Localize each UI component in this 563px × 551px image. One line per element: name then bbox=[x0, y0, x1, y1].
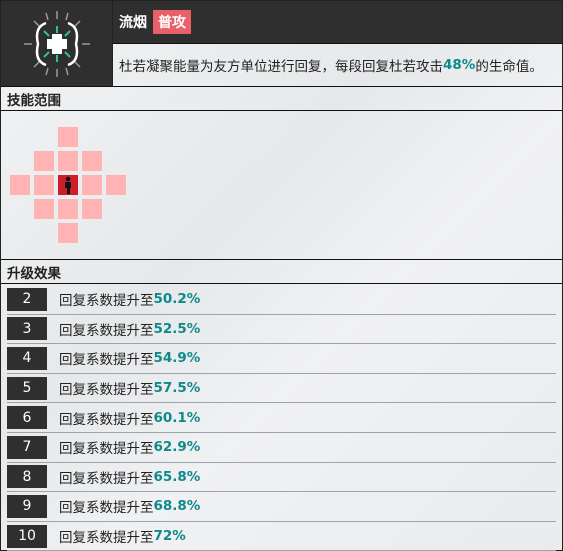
level-badge: 7 bbox=[7, 435, 47, 459]
upgrade-text: 回复系数提升至 bbox=[59, 293, 154, 310]
range-cell bbox=[58, 151, 78, 171]
range-cell bbox=[34, 151, 54, 171]
upgrade-row: 8 回复系数提升至 65.8% bbox=[7, 463, 556, 493]
skill-type-badge: 普攻 bbox=[153, 10, 191, 34]
upgrade-text: 回复系数提升至 bbox=[59, 352, 154, 369]
range-section-title: 技能范围 bbox=[1, 86, 562, 111]
range-cell bbox=[82, 175, 102, 195]
desc-value: 48% bbox=[443, 57, 476, 73]
upgrade-row: 6 回复系数提升至 60.1% bbox=[7, 403, 556, 433]
range-cell bbox=[58, 127, 78, 147]
upgrade-row: 3 回复系数提升至 52.5% bbox=[7, 315, 556, 345]
upgrade-text: 回复系数提升至 bbox=[59, 382, 154, 399]
level-badge: 4 bbox=[7, 346, 47, 370]
level-badge: 2 bbox=[7, 287, 47, 311]
upgrade-text: 回复系数提升至 bbox=[59, 470, 154, 487]
range-cell-operator bbox=[58, 175, 78, 195]
upgrade-row: 5 回复系数提升至 57.5% bbox=[7, 374, 556, 404]
level-badge: 5 bbox=[7, 376, 47, 400]
upgrade-text: 回复系数提升至 bbox=[59, 441, 154, 458]
range-cell bbox=[34, 175, 54, 195]
level-badge: 10 bbox=[7, 524, 47, 548]
skill-card: 流烟 普攻 杜若凝聚能量为友方单位进行回复，每段回复杜若攻击 48% 的生命值。 技… bbox=[0, 0, 563, 551]
upgrade-value: 68.8% bbox=[153, 498, 201, 515]
range-cell bbox=[82, 199, 102, 219]
upgrade-value: 50.2% bbox=[153, 291, 201, 308]
operator-icon bbox=[65, 176, 71, 194]
desc-text: 杜若凝聚能量为友方单位进行回复，每段回复杜若攻击 bbox=[119, 59, 443, 75]
level-badge: 3 bbox=[7, 317, 47, 341]
upgrade-value: 62.9% bbox=[153, 439, 201, 456]
range-cell bbox=[82, 151, 102, 171]
upgrade-text: 回复系数提升至 bbox=[59, 411, 154, 428]
upgrade-value: 52.5% bbox=[153, 320, 201, 337]
upgrade-text: 回复系数提升至 bbox=[59, 322, 154, 339]
upgrade-row: 2 回复系数提升至 50.2% bbox=[7, 285, 556, 315]
healing-plus-icon bbox=[23, 10, 90, 77]
upgrade-row: 10 回复系数提升至 72% bbox=[7, 522, 556, 551]
level-badge: 8 bbox=[7, 465, 47, 489]
upgrade-value: 57.5% bbox=[153, 380, 201, 397]
level-badge: 6 bbox=[7, 406, 47, 430]
upgrade-value: 54.9% bbox=[153, 350, 201, 367]
upgrade-section-title: 升级效果 bbox=[1, 259, 562, 284]
upgrade-row: 4 回复系数提升至 54.9% bbox=[7, 344, 556, 374]
upgrade-list: 2 回复系数提升至 50.2% 3 回复系数提升至 52.5% 4 回复系数提升至 54.9% 5… bbox=[1, 285, 562, 551]
skill-name: 流烟 bbox=[119, 15, 147, 31]
range-cell bbox=[10, 175, 30, 195]
upgrade-text: 回复系数提升至 bbox=[59, 500, 154, 517]
desc-text-end: 的生命值。 bbox=[475, 59, 543, 75]
upgrade-value: 65.8% bbox=[153, 468, 201, 485]
range-cell bbox=[34, 199, 54, 219]
upgrade-row: 7 回复系数提升至 62.9% bbox=[7, 433, 556, 463]
range-cell bbox=[58, 199, 78, 219]
upgrade-value: 60.1% bbox=[153, 409, 201, 426]
upgrade-value: 72% bbox=[153, 528, 186, 545]
skill-range-grid bbox=[1, 111, 141, 259]
upgrade-text: 回复系数提升至 bbox=[59, 530, 154, 547]
skill-title-bar: 流烟 普攻 bbox=[113, 1, 562, 44]
level-badge: 9 bbox=[7, 494, 47, 518]
range-cell bbox=[106, 175, 126, 195]
upgrade-row: 9 回复系数提升至 68.8% bbox=[7, 492, 556, 522]
skill-description: 杜若凝聚能量为友方单位进行回复，每段回复杜若攻击 48% 的生命值。 bbox=[113, 44, 562, 86]
range-cell bbox=[58, 223, 78, 243]
skill-icon-cell bbox=[1, 1, 113, 86]
